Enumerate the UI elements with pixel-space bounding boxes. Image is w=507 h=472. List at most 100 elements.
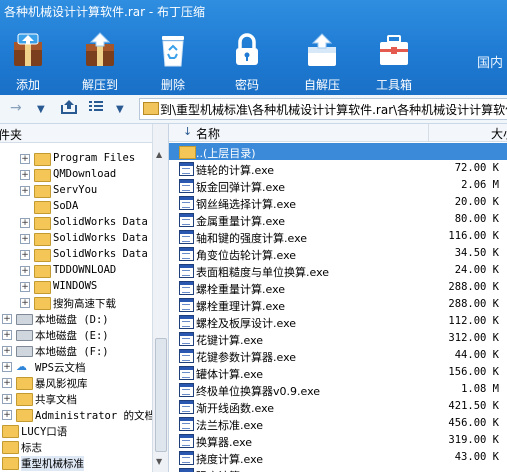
file-row[interactable]: 钣金回弹计算.exe 2.06 M (169, 177, 507, 194)
toolbox-button[interactable]: 工具箱 (366, 30, 422, 92)
file-size: 456.00 K (448, 417, 499, 429)
tree-item[interactable]: 重型机械标准 (0, 455, 152, 471)
scrollbar-thumb[interactable] (155, 338, 167, 452)
tree-item[interactable]: + 本地磁盘 (D:) (0, 311, 152, 327)
exe-file-icon (179, 230, 194, 244)
tree-expand-icon[interactable]: + (20, 282, 30, 292)
tree-item[interactable]: + 本地磁盘 (F:) (0, 343, 152, 359)
password-label: 密码 (234, 78, 259, 92)
add-button[interactable]: 添加 (0, 30, 56, 92)
exe-file-icon (179, 349, 194, 363)
tree-item[interactable]: SoDA (0, 199, 152, 215)
folder-icon (34, 233, 51, 246)
tree-item[interactable]: + SolidWorks Data (0, 215, 152, 231)
file-size: 43.00 K (454, 451, 499, 463)
list-view-icon[interactable] (88, 99, 104, 118)
tree-item-label: SolidWorks Data (53, 248, 148, 260)
tree-item[interactable]: + ServYou (0, 183, 152, 199)
column-size-header[interactable]: 大小 (491, 125, 507, 142)
tree-item[interactable]: + Program Files (0, 151, 152, 167)
tree-expand-icon[interactable]: + (2, 410, 12, 420)
tree-expand-icon[interactable]: + (2, 314, 12, 324)
tree-expand-icon[interactable]: + (20, 186, 30, 196)
folder-icon (16, 377, 33, 390)
view-dropdown-arrow-icon[interactable]: ▼ (116, 101, 124, 119)
back-arrow-icon[interactable]: → (10, 99, 22, 117)
tree-expand-icon[interactable]: + (20, 234, 30, 244)
tree-item[interactable]: + WINDOWS (0, 279, 152, 295)
file-name: 链轮的计算.exe (196, 164, 275, 177)
tree-scrollbar[interactable]: ▲ ▼ (152, 124, 168, 472)
file-name: 表面粗糙度与单位换算.exe (196, 266, 330, 279)
extract-to-button[interactable]: 解压到 (72, 30, 128, 92)
file-row[interactable]: 螺栓重理计算.exe 288.00 K (169, 296, 507, 313)
self-extract-label: 自解压 (303, 78, 340, 92)
tree-expand-icon[interactable]: + (2, 346, 12, 356)
tree-item-label: 共享文档 (35, 394, 77, 406)
folder-icon (34, 169, 51, 182)
delete-button[interactable]: 删除 (145, 30, 201, 92)
file-row[interactable]: 换算器.exe 319.00 K (169, 432, 507, 449)
tree-item[interactable]: + TDDOWNLOAD (0, 263, 152, 279)
file-row[interactable]: 角变位齿轮计算.exe 34.50 K (169, 245, 507, 262)
file-row[interactable]: 花键参数计算器.exe 44.00 K (169, 347, 507, 364)
self-extract-button[interactable]: 自解压 (294, 30, 350, 92)
file-row[interactable]: 挠度计算.exe 43.00 K (169, 449, 507, 466)
column-divider[interactable] (428, 124, 429, 141)
file-row[interactable]: 钢丝绳选择计算.exe 20.00 K (169, 194, 507, 211)
column-name-header[interactable]: 名称 (196, 125, 220, 142)
file-row[interactable]: 链轮的计算.exe 72.00 K (169, 160, 507, 177)
file-name: 终极单位换算器v0.9.exe (196, 385, 321, 398)
tree-expand-icon[interactable]: + (20, 298, 30, 308)
up-folder-icon[interactable] (60, 99, 78, 120)
dropdown-arrow-icon[interactable]: ▼ (37, 101, 45, 119)
tree-expand-icon[interactable]: + (2, 330, 12, 340)
tree-expand-icon[interactable]: + (2, 362, 12, 372)
tree-item[interactable]: LUCY口语 (0, 423, 152, 439)
tree-item[interactable]: + 共享文档 (0, 391, 152, 407)
file-row[interactable]: 轴和键的强度计算.exe 116.00 K (169, 228, 507, 245)
tree-item[interactable]: + QMDownload (0, 167, 152, 183)
tree-item[interactable]: + ☁ WPS云文档 (0, 359, 152, 375)
file-row[interactable]: 终极单位换算器v0.9.exe 1.08 M (169, 381, 507, 398)
file-row[interactable]: 罐体计算.exe 156.00 K (169, 364, 507, 381)
tree-expand-icon[interactable]: + (2, 378, 12, 388)
file-name: 换算器.exe (196, 436, 253, 449)
tree-item[interactable]: 标志 (0, 439, 152, 455)
password-button[interactable]: 密码 (219, 30, 275, 92)
file-row[interactable]: 螺栓及板厚设计.exe 112.00 K (169, 313, 507, 330)
file-row[interactable]: 渐开线函数.exe 421.50 K (169, 398, 507, 415)
address-bar[interactable]: 到\重型机械标准\各种机械设计计算软件.rar\各种机械设计计算软件 (139, 98, 507, 120)
tree-expand-icon[interactable]: + (2, 394, 12, 404)
tree-expand-icon[interactable]: + (20, 218, 30, 228)
tree-item[interactable]: + Administrator 的文档 (0, 407, 155, 423)
tree-item[interactable]: + SolidWorks Data (0, 247, 152, 263)
tree-item[interactable]: + 暴风影视库 (0, 375, 152, 391)
tree-expand-icon[interactable]: + (20, 170, 30, 180)
exe-file-icon (179, 315, 194, 329)
folder-icon (34, 185, 51, 198)
tree-item[interactable]: + 本地磁盘 (E:) (0, 327, 152, 343)
tree-expand-icon[interactable]: + (20, 250, 30, 260)
file-row[interactable]: 法兰标准.exe 456.00 K (169, 415, 507, 432)
tree-item[interactable]: + 搜狗高速下载 (0, 295, 152, 311)
tree-expand-icon[interactable]: + (20, 154, 30, 164)
file-row[interactable]: 强度计算.exe (169, 466, 507, 472)
tree-item-label: 搜狗高速下载 (53, 298, 116, 310)
delete-label: 删除 (160, 78, 185, 92)
file-row[interactable]: 金属重量计算.exe 80.00 K (169, 211, 507, 228)
file-row[interactable]: 表面粗糙度与单位换算.exe 24.00 K (169, 262, 507, 279)
scroll-up-icon[interactable]: ▲ (156, 150, 162, 159)
file-name: 钢丝绳选择计算.exe (196, 198, 297, 211)
exe-file-icon (179, 179, 194, 193)
file-row[interactable]: 螺栓重量计算.exe 288.00 K (169, 279, 507, 296)
tree-expand-icon[interactable]: + (20, 266, 30, 276)
file-size: 44.00 K (454, 349, 499, 361)
file-row[interactable]: 花键计算.exe 312.00 K (169, 330, 507, 347)
tree-item-label: SolidWorks Data (53, 232, 148, 244)
tree-item[interactable]: + SolidWorks Data (0, 231, 152, 247)
file-size: 72.00 K (454, 162, 499, 174)
tree-item-label: SoDA (53, 200, 79, 212)
parent-directory-row[interactable]: ..(上层目录) (169, 143, 507, 160)
scroll-down-icon[interactable]: ▼ (156, 457, 162, 466)
